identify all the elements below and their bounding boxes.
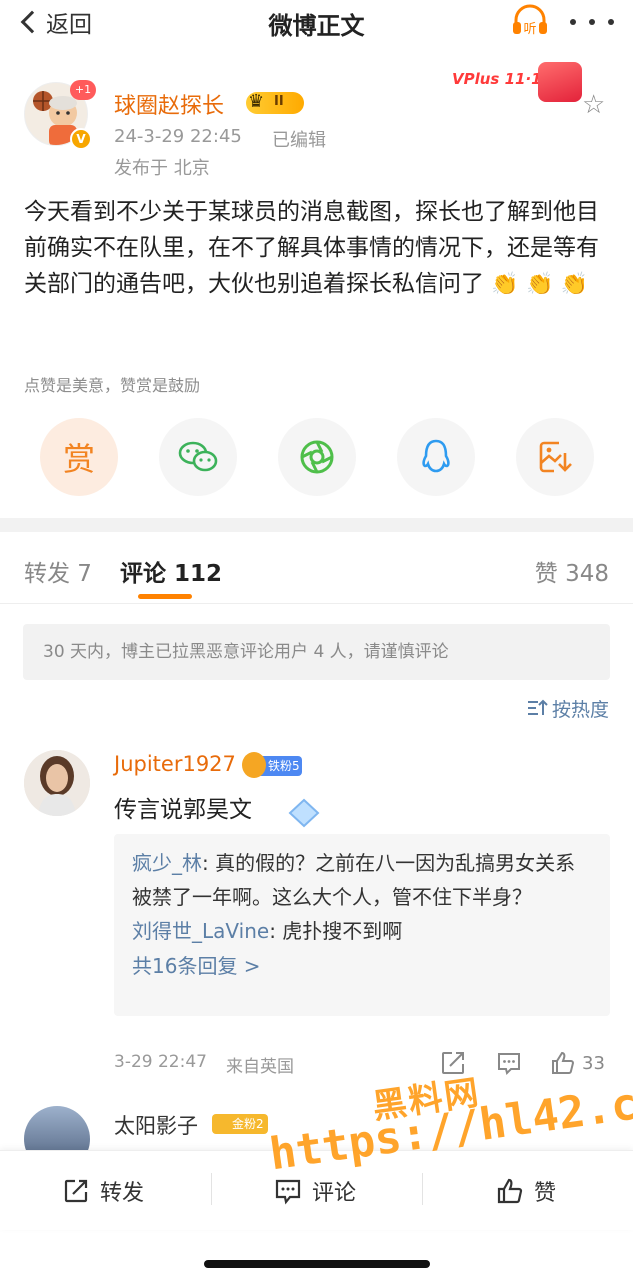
post-time: 24-3-29 22:45	[114, 126, 242, 147]
tab-repost[interactable]: 转发 7	[24, 554, 92, 588]
top-nav-bar: 返回 微博正文 听	[0, 0, 633, 44]
post-author-header: +1 V 球圈赵探长 ♛ II 24-3-29 22:45 已编辑 发布于 北京…	[24, 62, 614, 182]
comment-icon	[498, 1053, 520, 1075]
fan-crown-icon	[242, 752, 266, 778]
crown-icon: ♛	[248, 91, 265, 112]
commenter-name[interactable]: Jupiter1927	[114, 752, 236, 776]
thumbs-up-icon	[552, 1051, 575, 1074]
comment-icon	[275, 1179, 301, 1205]
comment-like-button[interactable]: 33	[550, 1048, 605, 1078]
reply-user[interactable]: 疯少_林	[132, 851, 202, 875]
comment-item: Jupiter1927 铁粉5 传言说郭昊文 疯少_林: 真的假的？之前在八一因…	[24, 750, 614, 1090]
share-qq-button[interactable]	[397, 418, 475, 496]
sort-icon	[527, 699, 548, 715]
diamond-sticker-icon	[288, 798, 320, 828]
favorite-star-icon[interactable]: ☆	[582, 90, 605, 120]
clap-emoji: 👏	[526, 272, 554, 297]
clap-emoji: 👏	[491, 272, 519, 297]
back-button[interactable]: 返回	[18, 4, 92, 40]
like-button[interactable]: 赞	[496, 1173, 556, 1209]
separator	[211, 1173, 212, 1205]
qq-icon	[422, 439, 450, 473]
edited-label[interactable]: 已编辑	[272, 126, 326, 152]
listen-button[interactable]: 听	[510, 4, 550, 38]
fan-level-badge[interactable]: 铁粉5	[242, 752, 302, 778]
more-dot-icon	[589, 19, 595, 25]
reward-label: 赏	[62, 440, 95, 478]
post-body: 今天看到不少关于某球员的消息截图，探长也了解到他目前确实不在队里，在不了解具体事…	[24, 194, 614, 303]
more-dot-icon	[570, 19, 576, 25]
comment-share-button[interactable]	[440, 1048, 466, 1078]
comment-label: 评论	[312, 1181, 357, 1206]
clap-emoji: 👏	[560, 272, 589, 297]
home-indicator	[204, 1260, 430, 1268]
reply-text: : 虎扑搜不到啊	[269, 919, 403, 943]
sort-by-hot-button[interactable]: 按热度	[526, 694, 609, 722]
reward-hint: 点赞是美意，赞赏是鼓励	[24, 376, 201, 395]
reward-button[interactable]: 赏	[40, 418, 118, 496]
share-wechat-button[interactable]	[159, 418, 237, 496]
repost-label: 转发	[100, 1181, 145, 1206]
reply-item[interactable]: 疯少_林: 真的假的？之前在八一因为乱搞男女关系被禁了一年啊。这么大个人，管不住…	[132, 846, 592, 914]
tab-like[interactable]: 赞 348	[535, 554, 609, 588]
interaction-tabs: 转发 7 评论 112 赞 348	[0, 546, 633, 604]
comment-source: 来自英国	[226, 1057, 294, 1077]
red-envelope-icon	[538, 62, 582, 102]
commenter-name[interactable]: 太阳影子	[114, 1110, 198, 1140]
tab-comment[interactable]: 评论 112	[120, 554, 222, 588]
save-image-icon	[539, 441, 572, 473]
comment-reply-button[interactable]	[496, 1048, 522, 1078]
fan-level-label: 铁粉5	[268, 759, 300, 773]
reply-thread[interactable]: 疯少_林: 真的假的？之前在八一因为乱搞男女关系被禁了一年啊。这么大个人，管不住…	[114, 834, 610, 1016]
member-level: II	[274, 94, 284, 109]
post-location: 发布于 北京	[114, 158, 210, 179]
headphones-icon: 听	[513, 4, 547, 37]
commenter-avatar[interactable]	[24, 750, 90, 816]
reply-user[interactable]: 刘得世_LaVine	[132, 919, 269, 943]
more-replies-link[interactable]: 共16条回复 >	[132, 948, 592, 984]
repost-button[interactable]: 转发	[62, 1173, 144, 1209]
share-row: 赏	[40, 418, 596, 496]
share-icon	[442, 1052, 464, 1074]
sort-label: 按热度	[551, 698, 609, 721]
moments-icon	[300, 440, 334, 474]
wechat-icon	[178, 441, 218, 472]
share-moments-button[interactable]	[278, 418, 356, 496]
section-divider	[0, 518, 633, 532]
vplus-promo-banner[interactable]: VPlus 11·11	[448, 62, 586, 104]
separator	[422, 1173, 423, 1205]
more-dot-icon	[608, 19, 614, 25]
author-name[interactable]: 球圈赵探长	[114, 88, 224, 120]
comment-text: 传言说郭昊文	[114, 797, 252, 823]
comment-like-count: 33	[582, 1052, 605, 1074]
notification-badge: +1	[70, 80, 96, 100]
more-button[interactable]	[570, 8, 614, 36]
comment-notice: 30 天内，博主已拉黑恶意评论用户 4 人，请谨慎评论	[23, 624, 610, 680]
user-photo	[24, 750, 90, 816]
fan-level-badge[interactable]: 金粉2	[212, 1114, 268, 1134]
reply-item[interactable]: 刘得世_LaVine: 虎扑搜不到啊	[132, 914, 592, 948]
repost-icon	[64, 1179, 88, 1203]
thumbs-up-icon	[497, 1178, 523, 1204]
bottom-action-bar: 转发 评论 赞	[0, 1150, 633, 1230]
save-image-button[interactable]	[516, 418, 594, 496]
like-label: 赞	[534, 1181, 557, 1206]
back-label: 返回	[46, 12, 92, 38]
verified-badge: V	[70, 128, 92, 150]
chevron-left-icon	[20, 10, 44, 34]
member-level-badge[interactable]: ♛ II	[246, 91, 304, 114]
comment-time: 3-29 22:47	[114, 1052, 207, 1072]
listen-label: 听	[523, 22, 536, 37]
active-tab-indicator	[138, 594, 192, 599]
comment-button[interactable]: 评论	[274, 1173, 356, 1209]
